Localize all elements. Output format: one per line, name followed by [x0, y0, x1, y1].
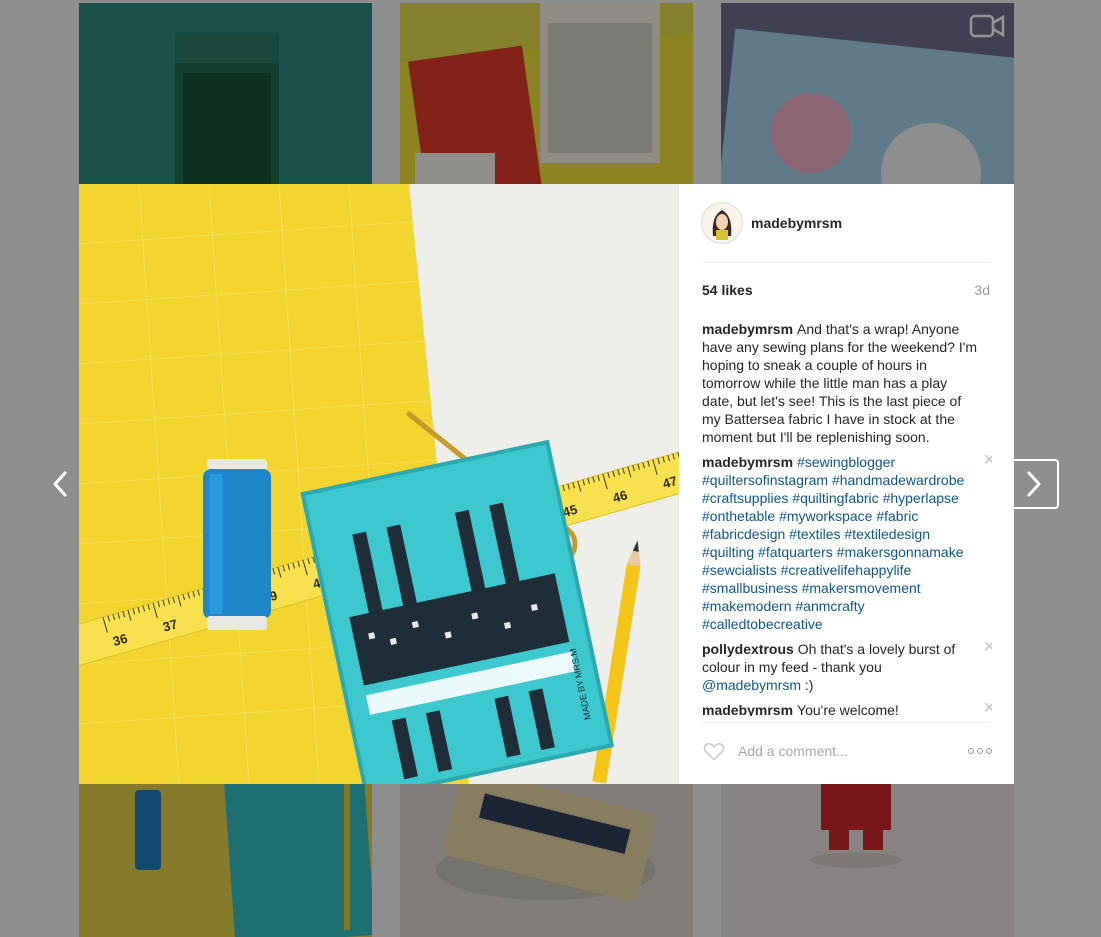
- hashtag-link[interactable]: #makersgonnamake: [837, 544, 964, 560]
- header-divider: [701, 262, 990, 263]
- hashtag-link[interactable]: #handmadewardrobe: [832, 472, 964, 488]
- hashtag-list: #sewingblogger #quiltersofinstagram #han…: [702, 454, 964, 632]
- hashtag-link[interactable]: #quilting: [702, 544, 754, 560]
- post-details-panel: madebymrsm 54 likes 3d madebymrsm And tha…: [679, 184, 1014, 784]
- mention-link[interactable]: @madebymrsm: [702, 677, 801, 693]
- comments-list[interactable]: madebymrsm And that's a wrap! Anyone have…: [702, 320, 992, 716]
- comment-username[interactable]: madebymrsm: [702, 702, 793, 716]
- close-icon[interactable]: ✕: [983, 701, 992, 717]
- hashtag-link[interactable]: #sewingblogger: [797, 454, 895, 470]
- next-post-button[interactable]: [1009, 459, 1059, 509]
- caption-comment: madebymrsm And that's a wrap! Anyone have…: [702, 320, 992, 446]
- hashtag-link[interactable]: #textiles: [789, 526, 840, 542]
- hashtag-link[interactable]: #smallbusiness: [702, 580, 798, 596]
- hashtag-link[interactable]: #quiltersofinstagram: [702, 472, 828, 488]
- avatar-illustration-icon: [712, 210, 732, 240]
- reply-comment: madebymrsm You're welcome! ✕: [702, 701, 992, 717]
- avatar[interactable]: [701, 202, 743, 244]
- hashtag-link[interactable]: #anmcrafty: [795, 598, 864, 614]
- add-comment-input[interactable]: [738, 743, 948, 759]
- comment-text: And that's a wrap! Anyone have any sewin…: [702, 321, 978, 445]
- hashtag-link[interactable]: #sewcialists: [702, 562, 777, 578]
- add-comment-row: [702, 736, 992, 766]
- hashtag-link[interactable]: #fatquarters: [758, 544, 833, 560]
- hashtag-link[interactable]: #myworkspace: [779, 508, 872, 524]
- hashtag-link[interactable]: #onthetable: [702, 508, 775, 524]
- close-icon[interactable]: ✕: [983, 453, 992, 469]
- hashtag-link[interactable]: #quiltingfabric: [792, 490, 878, 506]
- comment-username[interactable]: madebymrsm: [702, 321, 793, 337]
- comment-username[interactable]: pollydextrous: [702, 641, 794, 657]
- hashtag-comment: madebymrsm #sewingblogger #quiltersofinst…: [702, 453, 992, 633]
- post-timestamp[interactable]: 3d: [974, 282, 990, 298]
- more-options-icon[interactable]: [968, 748, 992, 754]
- comment-text-end: :): [804, 677, 814, 693]
- chevron-left-icon: [53, 471, 67, 497]
- comment-username[interactable]: madebymrsm: [702, 454, 793, 470]
- hashtag-link[interactable]: #calledtobecreative: [702, 616, 823, 632]
- hashtag-link[interactable]: #makemodern: [702, 598, 792, 614]
- hashtag-link[interactable]: #hyperlapse: [883, 490, 959, 506]
- hashtag-link[interactable]: #craftsupplies: [702, 490, 788, 506]
- hashtag-link[interactable]: #creativelifehappylife: [781, 562, 912, 578]
- post-modal: 36373839404142434445464748: [79, 184, 1014, 784]
- post-username[interactable]: madebymrsm: [751, 215, 842, 231]
- close-icon[interactable]: ✕: [983, 640, 992, 656]
- chevron-right-icon: [1027, 471, 1041, 497]
- likes-row: 54 likes 3d: [702, 282, 990, 298]
- comment-divider: [701, 722, 990, 723]
- previous-post-button[interactable]: [45, 461, 75, 507]
- likes-count[interactable]: 54 likes: [702, 282, 753, 298]
- heart-icon[interactable]: [702, 739, 726, 763]
- comment-text: You're welcome!: [797, 702, 899, 716]
- hashtag-link[interactable]: #makersmovement: [802, 580, 921, 596]
- reply-comment: pollydextrous Oh that's a lovely burst of…: [702, 640, 992, 694]
- hashtag-link[interactable]: #fabricdesign: [702, 526, 785, 542]
- hashtag-link[interactable]: #textiledesign: [844, 526, 930, 542]
- post-header: madebymrsm: [701, 201, 990, 245]
- post-photo[interactable]: 36373839404142434445464748: [79, 184, 679, 784]
- hashtag-link[interactable]: #fabric: [876, 508, 918, 524]
